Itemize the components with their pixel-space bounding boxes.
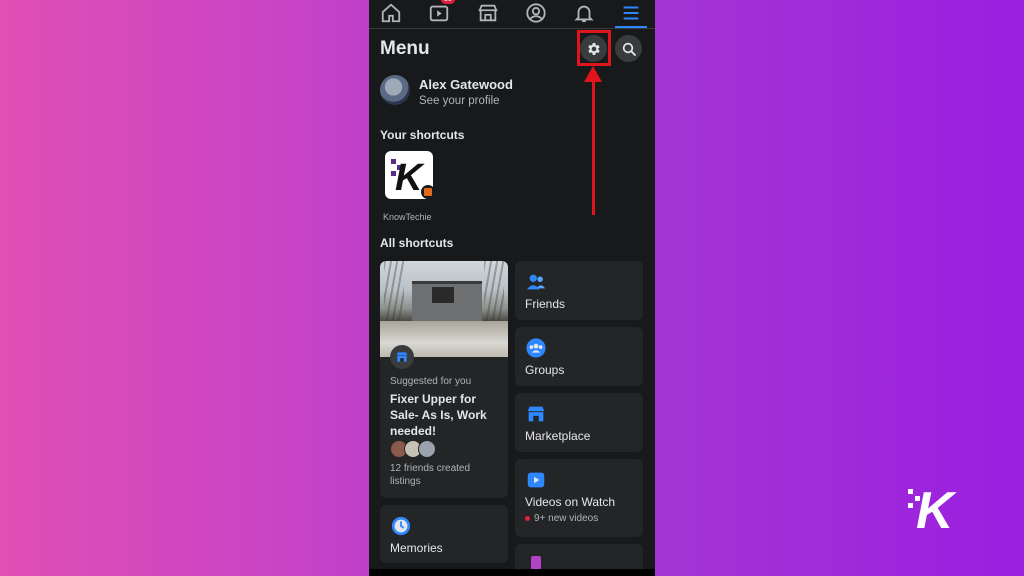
marketplace-icon bbox=[527, 406, 545, 422]
tile-label: Groups bbox=[525, 363, 565, 377]
marketplace-icon bbox=[396, 352, 408, 362]
friends-tile[interactable]: Friends bbox=[515, 261, 643, 320]
new-dot-icon bbox=[525, 515, 530, 521]
watch-icon bbox=[527, 472, 545, 488]
new-videos-count: 9+ new videos bbox=[525, 513, 598, 524]
logo-pixel bbox=[908, 503, 913, 508]
marketplace-listing-card[interactable]: Suggested for you Fixer Upper for Sale- … bbox=[380, 261, 508, 498]
shortcut-label: KnowTechie bbox=[383, 212, 432, 222]
nav-marketplace[interactable] bbox=[468, 0, 508, 26]
bottom-bar bbox=[369, 569, 655, 576]
marketplace-icon bbox=[478, 4, 498, 22]
nav-menu[interactable] bbox=[611, 0, 651, 28]
tile-label: Friends bbox=[525, 297, 566, 311]
hamburger-icon bbox=[623, 6, 639, 20]
photo-window bbox=[432, 287, 454, 303]
nav-home[interactable] bbox=[371, 0, 411, 26]
listing-photo bbox=[380, 261, 508, 357]
profile-name[interactable]: Alex Gatewood bbox=[419, 77, 513, 92]
avatar[interactable] bbox=[380, 75, 410, 105]
listing-title: Fixer Upper for Sale- As Is, Work needed… bbox=[390, 392, 487, 438]
suggested-label: Suggested for you bbox=[390, 376, 472, 387]
friends-created-text: 12 friends created listings bbox=[390, 463, 471, 487]
page-title: Menu bbox=[380, 38, 430, 59]
watch-icon bbox=[429, 5, 449, 22]
profile-icon bbox=[526, 3, 546, 23]
top-navigation-bar: 30 bbox=[369, 0, 655, 29]
groups-tile[interactable]: Groups bbox=[515, 327, 643, 386]
tile-label: Marketplace bbox=[525, 429, 591, 443]
home-icon bbox=[381, 3, 401, 23]
avatar bbox=[418, 440, 436, 458]
memories-tile[interactable]: Memories bbox=[380, 505, 508, 563]
clock-icon bbox=[391, 516, 411, 536]
knowtechie-logo-letter: K bbox=[395, 157, 423, 199]
facebook-app-screen: 30 Menu Alex Gatewood See your profile Y… bbox=[369, 0, 655, 576]
videos-on-watch-tile[interactable]: Videos on Watch 9+ new videos bbox=[515, 459, 643, 537]
bell-icon bbox=[574, 5, 594, 23]
settings-highlight-box bbox=[577, 30, 611, 66]
marketplace-badge bbox=[390, 345, 414, 369]
nav-profile[interactable] bbox=[516, 0, 556, 26]
search-button[interactable] bbox=[615, 35, 642, 62]
page-badge-icon bbox=[421, 185, 435, 199]
your-shortcuts-heading: Your shortcuts bbox=[380, 128, 465, 142]
all-shortcuts-heading: All shortcuts bbox=[380, 236, 454, 250]
groups-icon bbox=[526, 338, 546, 358]
watermark-letter: K bbox=[916, 482, 954, 540]
see-profile-link[interactable]: See your profile bbox=[419, 95, 500, 107]
watch-badge: 30 bbox=[441, 0, 455, 4]
new-videos-text: 9+ new videos bbox=[534, 513, 599, 524]
shortcut-icon bbox=[531, 556, 541, 570]
marketplace-tile[interactable]: Marketplace bbox=[515, 393, 643, 452]
tile-label: Videos on Watch bbox=[525, 495, 616, 509]
annotation-arrow bbox=[592, 78, 595, 215]
logo-pixel bbox=[908, 489, 913, 494]
nav-notifications[interactable] bbox=[564, 0, 604, 26]
nav-watch[interactable]: 30 bbox=[419, 0, 459, 26]
search-icon bbox=[622, 42, 636, 56]
friends-icon bbox=[526, 274, 546, 290]
tile-label: Memories bbox=[390, 541, 443, 555]
knowtechie-watermark-logo: K bbox=[906, 482, 966, 545]
